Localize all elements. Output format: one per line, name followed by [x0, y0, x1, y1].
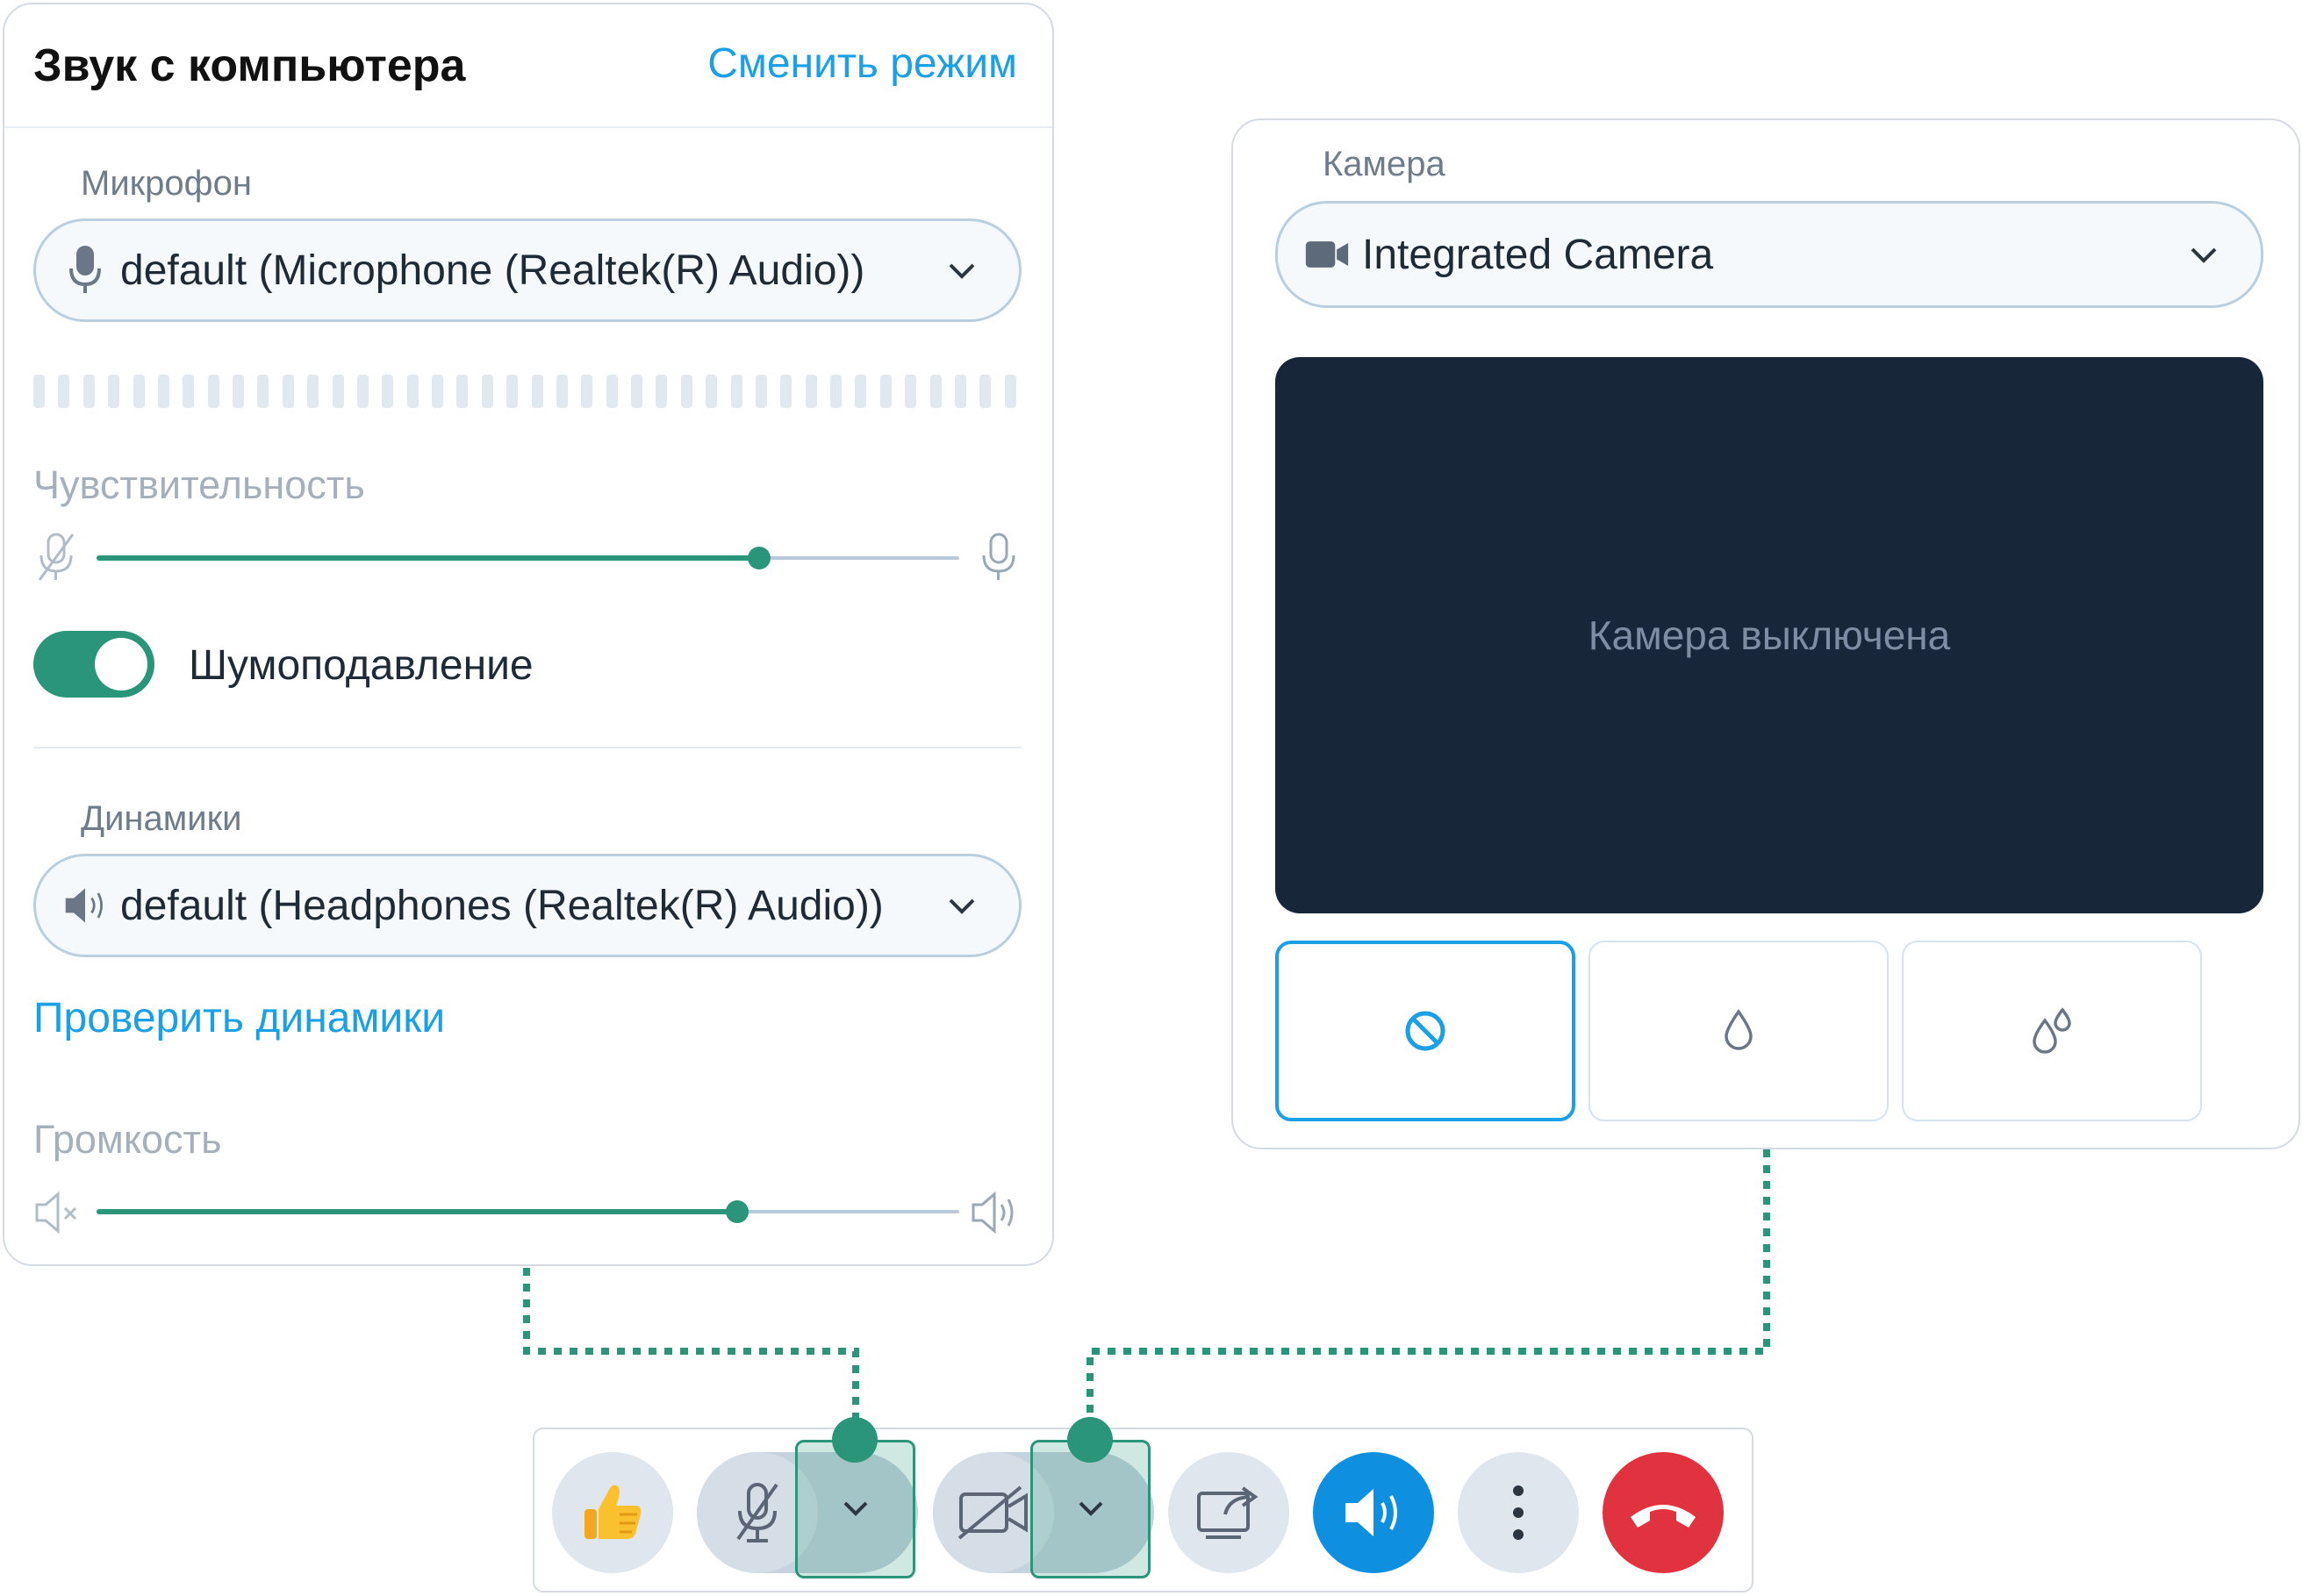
effect-strong-blur-button[interactable]	[1902, 941, 2202, 1121]
blur-icon	[1725, 1008, 1753, 1050]
speaker-button[interactable]	[1313, 1452, 1434, 1573]
camera-value: Integrated Camera	[1362, 231, 1714, 278]
camera-off-icon	[957, 1485, 1028, 1540]
switch-mode-link[interactable]: Сменить режим	[707, 39, 1017, 88]
microphone-value: default (Microphone (Realtek(R) Audio))	[120, 247, 865, 294]
volume-slider-knob[interactable]	[726, 1200, 749, 1223]
chevron-down-icon	[2191, 247, 2217, 263]
speakers-select[interactable]: default (Headphones (Realtek(R) Audio))	[33, 854, 1022, 957]
speaker-icon	[1345, 1489, 1397, 1536]
camera-label: Камера	[1323, 145, 1445, 183]
chevron-down-icon	[949, 898, 975, 914]
reaction-button[interactable]	[552, 1452, 673, 1573]
microphone-muted-icon	[736, 1483, 778, 1542]
camera-settings-panel: Камера Integrated Camera Камера выключен…	[1231, 118, 2300, 1149]
microphone-icon	[62, 244, 108, 297]
chevron-down-icon	[949, 263, 975, 279]
camera-off-text: Камера выключена	[1588, 612, 1951, 658]
speakers-value: default (Headphones (Realtek(R) Audio))	[120, 882, 884, 929]
test-speakers-link[interactable]: Проверить динамики	[33, 994, 445, 1042]
microphone-label: Микрофон	[81, 164, 252, 203]
camera-preview: Камера выключена	[1275, 357, 2263, 913]
sensitivity-slider-knob[interactable]	[748, 547, 771, 569]
header-divider	[4, 126, 1052, 128]
microphone-select[interactable]: default (Microphone (Realtek(R) Audio))	[33, 218, 1022, 322]
sensitivity-label: Чувствительность	[33, 462, 365, 507]
connector-dot	[1067, 1417, 1113, 1463]
noise-suppression-toggle[interactable]	[33, 631, 154, 698]
section-divider	[33, 747, 1022, 748]
speaker-icon	[62, 879, 108, 932]
noise-suppression-label: Шумоподавление	[189, 642, 534, 689]
chevron-down-icon	[1079, 1501, 1102, 1516]
effect-none-button[interactable]	[1275, 941, 1575, 1121]
microphone-muted-icon	[38, 533, 75, 581]
strong-blur-icon	[2033, 1007, 2071, 1054]
camera-select[interactable]: Integrated Camera	[1275, 201, 2263, 308]
hang-up-icon	[1631, 1505, 1696, 1528]
hang-up-button[interactable]	[1603, 1452, 1724, 1573]
volume-mute-icon	[35, 1191, 77, 1235]
volume-label: Громкость	[33, 1117, 222, 1162]
share-screen-button[interactable]	[1168, 1452, 1289, 1573]
effect-blur-button[interactable]	[1588, 941, 1889, 1121]
audio-settings-panel: Звук с компьютера Сменить режим Микрофон…	[3, 3, 1054, 1266]
chevron-down-icon	[843, 1501, 867, 1516]
volume-max-icon	[972, 1191, 1014, 1235]
thumbs-up-icon	[584, 1485, 642, 1539]
mic-level-meter	[33, 375, 1016, 410]
more-options-button[interactable]	[1458, 1452, 1579, 1573]
microphone-icon	[982, 533, 1015, 580]
connector-dot	[832, 1417, 878, 1463]
panel-title: Звук с компьютера	[33, 40, 466, 91]
speakers-label: Динамики	[81, 799, 242, 838]
more-vertical-icon	[1513, 1485, 1524, 1540]
share-screen-icon	[1197, 1486, 1259, 1539]
video-camera-icon	[1304, 228, 1350, 281]
none-icon	[1405, 1011, 1445, 1051]
